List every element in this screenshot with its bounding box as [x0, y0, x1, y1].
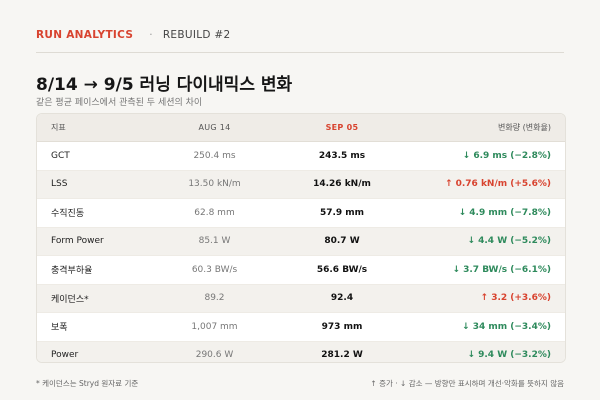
sep-value-cell: 57.9 mm: [319, 207, 365, 218]
table-body: GCT 250.4 ms 243.5 ms ↓ 6.9 ms (−2.8%) LSS 13…: [37, 142, 565, 362]
comparison-table: 지표 AUG 14 SEP 05 변화량 (변화율) GCT 250.4 ms 24…: [36, 113, 566, 363]
table-row: 수직진동 62.8 mm 57.9 mm ↓ 4.9 mm (−7.8%): [37, 199, 565, 228]
footer: * 케이던스는 Stryd 원자료 기준 ↑ 증가 · ↓ 감소 — 방향만 표…: [36, 378, 564, 389]
aug-value-cell: 290.6 W: [195, 350, 234, 361]
table-row: LSS 13.50 kN/m 14.26 kN/m ↑ 0.76 kN/m (+5.6…: [37, 170, 565, 199]
aug-value-cell: 85.1 W: [198, 236, 231, 247]
change-cell: ↓ 3.7 BW/s (−6.1%): [452, 264, 551, 275]
metric-cell: 케이던스*: [51, 294, 89, 305]
brand-label: RUN ANALYTICS: [36, 29, 134, 41]
aug-value-cell: 1,007 mm: [191, 321, 238, 332]
breadcrumb: REBUILD #2: [162, 29, 231, 41]
aug-value-cell: 13.50 kN/m: [188, 179, 241, 190]
sep-value-cell: 80.7 W: [324, 236, 360, 247]
header-metric: 지표: [51, 123, 66, 132]
footnote: * 케이던스는 Stryd 원자료 기준: [36, 379, 139, 388]
aug-value-cell: 250.4 ms: [193, 150, 236, 161]
table-row: Power 290.6 W 281.2 W ↓ 9.4 W (−3.2%): [37, 341, 565, 362]
metric-cell: 충격부하율: [51, 266, 93, 277]
sep-value-cell: 243.5 ms: [318, 150, 366, 161]
metric-cell: GCT: [51, 150, 70, 161]
change-cell: ↓ 4.4 W (−5.2%): [467, 236, 551, 247]
change-cell: ↑ 3.2 (+3.6%): [480, 293, 551, 304]
change-cell: ↓ 34 mm (−3.4%): [462, 321, 551, 332]
aug-value-cell: 60.3 BW/s: [191, 264, 238, 275]
metric-cell: Form Power: [51, 236, 104, 247]
change-cell: ↑ 0.76 kN/m (+5.6%): [444, 179, 551, 190]
sep-value-cell: 92.4: [330, 293, 354, 304]
table-row: Form Power 85.1 W 80.7 W ↓ 4.4 W (−5.2%): [37, 227, 565, 256]
metric-cell: 보폭: [51, 323, 68, 334]
change-cell: ↓ 4.9 mm (−7.8%): [458, 207, 551, 218]
sep-value-cell: 973 mm: [321, 321, 363, 332]
header-aug: AUG 14: [198, 123, 231, 132]
top-bar: RUN ANALYTICS · REBUILD #2: [36, 18, 564, 53]
table-row: 보폭 1,007 mm 973 mm ↓ 34 mm (−3.4%): [37, 313, 565, 342]
change-cell: ↓ 9.4 W (−3.2%): [467, 350, 551, 361]
aug-value-cell: 89.2: [204, 293, 225, 304]
page-subtitle: 같은 평균 페이스에서 관측된 두 세션의 차이: [36, 98, 203, 108]
metric-cell: Power: [51, 350, 79, 361]
aug-value-cell: 62.8 mm: [194, 207, 235, 218]
table-row: 충격부하율 60.3 BW/s 56.6 BW/s ↓ 3.7 BW/s (−6.1%…: [37, 256, 565, 285]
metric-cell: LSS: [51, 179, 68, 190]
metric-cell: 수직진동: [51, 209, 85, 220]
sep-value-cell: 56.6 BW/s: [316, 264, 368, 275]
direction-legend: ↑ 증가 · ↓ 감소 — 방향만 표시하며 개선·악화를 뜻하지 않음: [370, 379, 564, 388]
header-sep: SEP 05: [325, 123, 359, 132]
change-cell: ↓ 6.9 ms (−2.8%): [462, 150, 551, 161]
header-change: 변화량 (변화율): [498, 123, 551, 132]
table-row: 케이던스* 89.2 92.4 ↑ 3.2 (+3.6%): [37, 284, 565, 313]
table-header: 지표 AUG 14 SEP 05 변화량 (변화율): [37, 114, 565, 142]
page-title: 8/14 → 9/5 러닝 다이내믹스 변화: [36, 75, 293, 95]
sep-value-cell: 14.26 kN/m: [313, 179, 371, 190]
sep-value-cell: 281.2 W: [321, 350, 363, 361]
table-row: GCT 250.4 ms 243.5 ms ↓ 6.9 ms (−2.8%): [37, 142, 565, 171]
header-separator: ·: [149, 29, 153, 41]
